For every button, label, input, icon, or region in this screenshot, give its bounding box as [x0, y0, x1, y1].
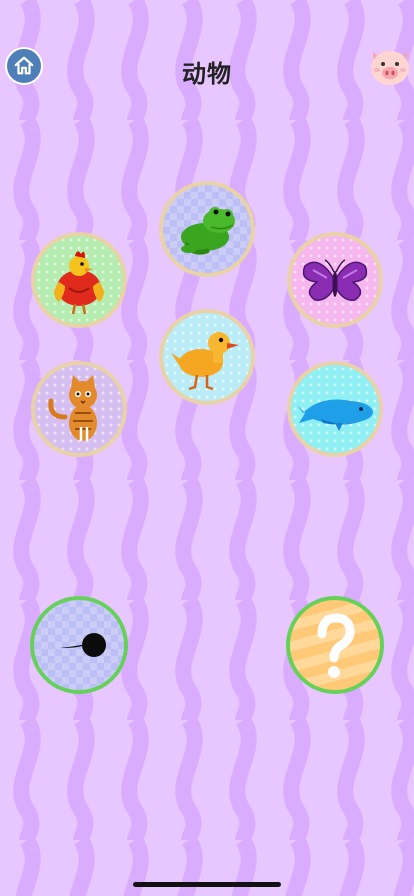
- frog-icon: [181, 207, 235, 255]
- duck-icon: [171, 332, 239, 391]
- animal-bubble-cat[interactable]: [31, 361, 127, 457]
- animal-bubble-frog[interactable]: [159, 181, 255, 277]
- animal-bubble-whale[interactable]: [287, 361, 383, 457]
- pig-avatar-button[interactable]: [368, 44, 412, 88]
- animal-bubble-rooster[interactable]: [31, 232, 127, 328]
- butterfly-icon: [302, 259, 368, 301]
- animal-bubble-duck[interactable]: [159, 309, 255, 405]
- home-indicator: [133, 882, 281, 887]
- page-title: 动物: [182, 60, 232, 88]
- silhouette-bubble-tadpole[interactable]: [30, 596, 128, 694]
- rooster-icon: [54, 251, 104, 315]
- cat-icon: [48, 375, 97, 441]
- question-mark-icon: [317, 613, 355, 678]
- tadpole-icon: [60, 633, 106, 657]
- pig-icon: [371, 51, 409, 85]
- mystery-question-bubble[interactable]: [286, 596, 384, 694]
- animal-bubble-butterfly[interactable]: [287, 232, 383, 328]
- whale-icon: [297, 399, 373, 431]
